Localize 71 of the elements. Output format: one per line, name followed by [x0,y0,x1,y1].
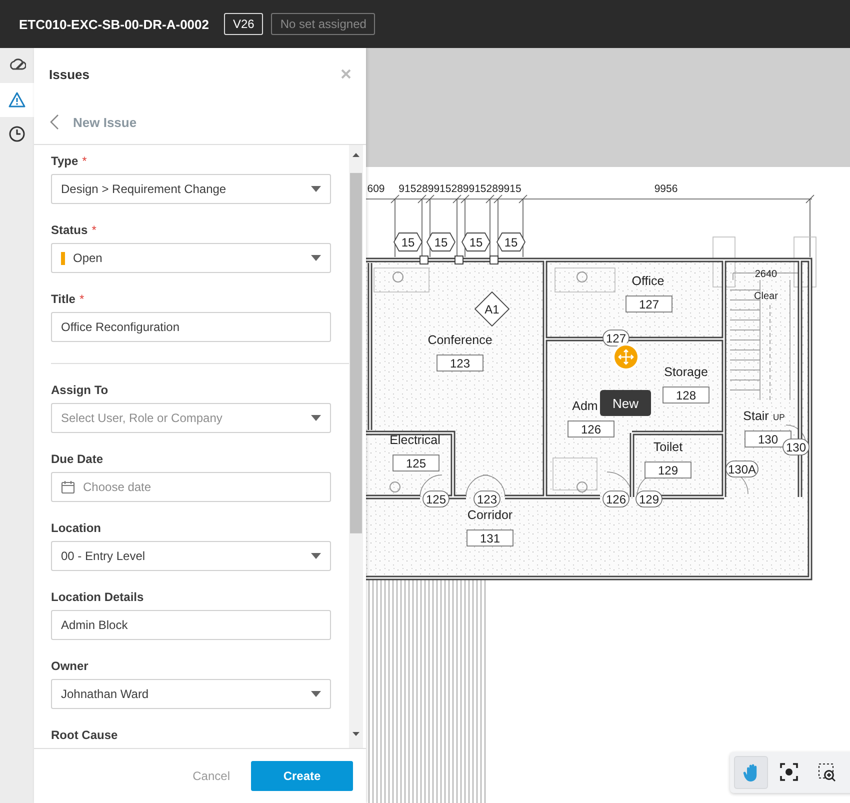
input-field[interactable]: Office Reconfiguration [51,312,331,342]
field-label: Location Details [51,590,145,604]
dimension-label: 2640 [754,269,778,280]
dropdown-field[interactable]: Johnathan Ward [51,679,331,709]
room-name: Office [632,274,664,288]
sink-drawing [374,268,430,292]
grid-tag: 15 [496,232,526,252]
dimension-label: 9956 [654,183,678,195]
room-number-tag: 131 [466,530,514,546]
elevation-tag: A1 [474,291,510,327]
field-label: Title * [51,292,86,306]
field-label: Type * [51,154,88,168]
room-number-tag: 128 [662,386,710,404]
field-label: Owner [51,659,90,673]
room-name: Electrical [390,433,440,447]
caret-icon [311,255,321,261]
room-name: Conference [428,333,492,347]
room-number-tag: 126 [568,420,614,438]
back-icon[interactable] [50,114,59,130]
dropdown-field[interactable]: Open [51,243,331,273]
warning-tab[interactable] [0,83,34,117]
caret-icon [311,186,321,192]
panel-title: Issues [49,66,90,82]
dimension-label: 609 [367,183,385,195]
panel-subtitle: New Issue [73,114,137,130]
field-label: Root Cause [51,728,119,742]
column-outline [794,236,816,288]
door-tag: 130 [782,438,810,456]
field-label: Due Date [51,452,104,466]
room-number-tag: 125 [392,454,440,472]
sink-drawing [554,268,616,292]
room-number-tag: 129 [644,462,692,478]
room-name: Corridor [467,508,513,522]
grid-tag: 15 [461,232,491,252]
field-label: Location [51,521,102,535]
grid-tag: 15 [393,232,423,252]
door-tag: 130A [726,460,758,478]
dropdown-field[interactable]: Design > Requirement Change [51,174,331,204]
caret-icon [311,553,321,559]
door-tag: 126 [602,490,630,508]
column-outline [712,236,736,288]
calendar-icon [61,480,75,494]
zoom-window-icon [818,763,836,782]
drain-icon [390,482,400,492]
grid-tag: 15 [426,232,456,252]
field-label: Status * [51,223,98,237]
pin-tooltip: New [600,390,651,416]
stair-direction: UP [773,412,785,422]
dimension-label: 915289915289915289915 [398,183,522,195]
caret-icon [311,415,321,421]
field-label: Assign To [51,383,110,397]
room-number-tag: 127 [626,296,672,312]
input-field[interactable]: Admin Block [51,610,331,640]
version-badge[interactable]: V26 [224,13,264,35]
dropdown-field[interactable]: 00 - Entry Level [51,541,331,571]
room-name: Toilet [653,440,683,454]
fit-view-icon [780,763,798,782]
door-tag: 125 [422,490,450,508]
room-number-tag: 123 [436,354,484,372]
door-tag: 123 [474,490,500,508]
caret-icon [311,691,321,697]
fixture-drawing [552,458,598,492]
clock-icon [8,125,26,143]
door-tag: 129 [636,490,662,508]
stair-label: Clear [754,291,778,302]
warning-icon [8,91,26,109]
room-name: Storage [664,365,708,379]
set-badge[interactable]: No set assigned [271,13,376,35]
room-name: Stair [743,409,769,423]
drawing-title: ETC010-EXC-SB-00-DR-A-0002 [19,16,209,32]
room-name: Adm [572,399,598,413]
